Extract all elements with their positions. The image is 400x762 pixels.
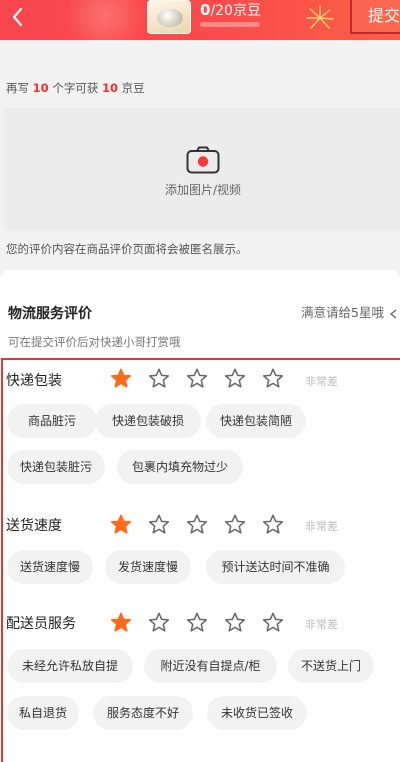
issue-tag[interactable]: 未经允许私放自提: [7, 649, 133, 683]
star-icon[interactable]: [148, 367, 170, 389]
tip-suffix: 京豆: [121, 81, 145, 95]
logistics-title: 物流服务评价: [8, 306, 92, 322]
rating-text: 非常差: [305, 375, 338, 388]
issue-tag[interactable]: 发货速度慢: [105, 550, 191, 584]
bean-reward-tip: 再写 10 个字可获 10 京豆: [6, 80, 145, 96]
tip-middle: 个字可获: [52, 81, 99, 95]
firework-icon: [306, 5, 334, 29]
issue-tag[interactable]: 快递包装破损: [95, 404, 201, 438]
star-icon[interactable]: [110, 611, 132, 633]
anonymous-notice: 您的评价内容在商品评价页面将会被匿名展示。: [6, 242, 248, 256]
issue-tag[interactable]: 附近没有自提点/柜: [144, 649, 277, 683]
chevron-left-icon[interactable]: [6, 2, 28, 32]
submit-button[interactable]: 提交: [350, 0, 400, 34]
issue-tag[interactable]: 快递包装简陋: [206, 404, 306, 438]
star-icon[interactable]: [224, 513, 246, 535]
rating-text: 非常差: [305, 520, 338, 533]
star-icon[interactable]: [186, 513, 208, 535]
category-label: 快递包装: [6, 373, 62, 389]
bean-progress: 0/20京豆: [200, 0, 261, 21]
tip-chars: 10: [32, 81, 49, 95]
star-icon[interactable]: [224, 611, 246, 633]
bean-total: /20京豆: [210, 3, 261, 19]
star-rating[interactable]: [110, 611, 300, 633]
issue-tag[interactable]: 送货速度慢: [7, 550, 93, 584]
tip-beans: 10: [101, 81, 118, 95]
tip-courier-notice: 可在提交评价后对快递小哥打赏哦: [8, 335, 181, 349]
star-icon[interactable]: [262, 367, 284, 389]
arrow-left-icon: [389, 308, 397, 319]
star-icon[interactable]: [148, 611, 170, 633]
star-icon[interactable]: [186, 367, 208, 389]
star-icon[interactable]: [110, 367, 132, 389]
issue-tag[interactable]: 不送货上门: [288, 649, 374, 683]
rating-text: 非常差: [305, 618, 338, 631]
header-bar: 0/20京豆 提交: [0, 0, 400, 40]
camera-icon[interactable]: [186, 146, 220, 174]
issue-tag[interactable]: 包裹内填充物过少: [117, 450, 243, 484]
star-icon[interactable]: [186, 611, 208, 633]
star-icon[interactable]: [148, 513, 170, 535]
star-rating[interactable]: [110, 513, 300, 535]
bean-count: 0: [200, 1, 211, 19]
issue-tag[interactable]: 快递包装脏污: [7, 450, 105, 484]
star-rating[interactable]: [110, 367, 300, 389]
five-star-hint-text: 满意请给5星哦: [301, 305, 384, 320]
category-label: 送货速度: [6, 518, 62, 534]
issue-tag[interactable]: 未收货已签收: [207, 696, 307, 730]
tip-prefix: 再写: [6, 81, 29, 95]
upload-label[interactable]: 添加图片/视频: [0, 181, 400, 198]
five-star-hint: 满意请给5星哦: [301, 302, 398, 321]
category-label: 配送员服务: [6, 616, 76, 632]
issue-tag[interactable]: 预计送达时间不准确: [206, 550, 345, 584]
star-icon[interactable]: [262, 611, 284, 633]
star-icon[interactable]: [110, 513, 132, 535]
issue-tag[interactable]: 服务态度不好: [93, 696, 193, 730]
issue-tag[interactable]: 私自退货: [7, 696, 79, 730]
star-icon[interactable]: [262, 513, 284, 535]
star-icon[interactable]: [224, 367, 246, 389]
issue-tag[interactable]: 商品脏污: [7, 404, 97, 438]
product-thumbnail: [147, 0, 191, 34]
bean-progress-bar: [200, 22, 260, 27]
